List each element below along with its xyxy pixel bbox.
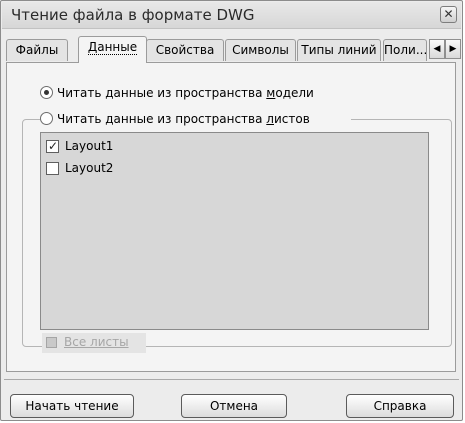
radio-button[interactable] (40, 112, 53, 125)
help-button[interactable]: Справка (346, 394, 454, 418)
arrow-right-icon: ▶ (449, 44, 457, 54)
dialog-title: Чтение файла в формате DWG (11, 6, 255, 24)
checkbox[interactable] (46, 162, 59, 175)
radio-selected-dot (44, 90, 49, 95)
tab-strip: Файлы Данные Свойства Символы Типы линий… (6, 36, 461, 63)
divider (4, 379, 459, 380)
close-icon: ✕ (443, 7, 454, 21)
radio-layout-space[interactable]: Читать данные из пространства листов (40, 110, 351, 128)
layouts-list[interactable]: ✓ Layout1 Layout2 (40, 132, 429, 330)
start-read-button[interactable]: Начать чтение (10, 394, 134, 418)
tab-linetypes[interactable]: Типы линий (297, 39, 381, 61)
radio-model-space-label: Читать данные из пространства модели (57, 86, 314, 100)
checkbox-disabled (46, 337, 57, 348)
tab-symbols[interactable]: Символы (225, 39, 296, 61)
checkmark-icon: ✓ (48, 139, 59, 153)
tab-polylines[interactable]: Поли... (383, 39, 427, 61)
title-bar[interactable]: Чтение файла в формате DWG ✕ (2, 2, 461, 29)
close-button[interactable]: ✕ (440, 6, 457, 23)
all-sheets-checkbox[interactable]: Все листы (42, 333, 146, 353)
radio-button[interactable] (40, 86, 53, 99)
arrow-left-icon: ◀ (433, 44, 441, 54)
cancel-button[interactable]: Отмена (181, 394, 287, 418)
tab-scroll-right-button[interactable]: ▶ (445, 39, 461, 59)
radio-layout-space-label: Читать данные из пространства листов (57, 112, 310, 126)
checkbox[interactable]: ✓ (46, 139, 59, 153)
tab-scroll-buttons: ◀ ▶ (429, 39, 463, 59)
tab-scroll-left-button[interactable]: ◀ (429, 39, 445, 59)
tab-files[interactable]: Файлы (6, 39, 68, 61)
tab-data[interactable]: Данные (78, 36, 147, 63)
tab-properties[interactable]: Свойства (146, 39, 224, 61)
